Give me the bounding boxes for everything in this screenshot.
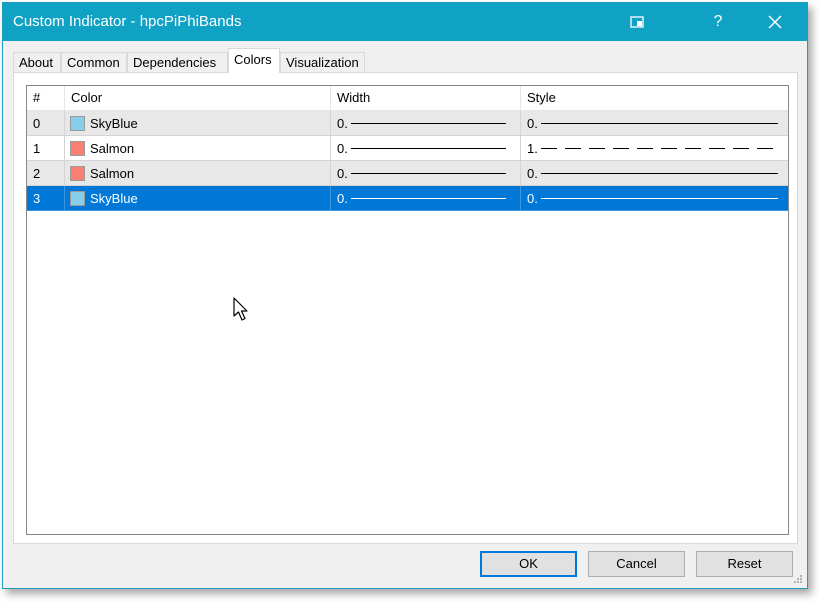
tab-label: Colors — [234, 52, 272, 67]
color-cell[interactable]: SkyBlue — [65, 186, 331, 211]
color-swatch — [70, 166, 85, 181]
style-cell[interactable]: 1. — [521, 136, 788, 161]
color-cell[interactable]: Salmon — [65, 161, 331, 186]
tab-visualization[interactable]: Visualization — [280, 52, 365, 73]
row-index: 3 — [27, 186, 65, 211]
width-value: 0. — [337, 141, 348, 156]
close-button[interactable] — [752, 3, 798, 41]
help-button[interactable]: ? — [695, 3, 741, 41]
color-name: SkyBlue — [90, 116, 138, 131]
color-name: Salmon — [90, 141, 135, 156]
table-row[interactable]: 0 SkyBlue 0. 0. — [27, 111, 788, 136]
style-line-preview — [541, 198, 778, 199]
color-swatch — [70, 141, 85, 156]
style-value: 0. — [527, 166, 538, 181]
style-value: 0. — [527, 116, 538, 131]
width-value: 0. — [337, 191, 348, 206]
tab-dependencies[interactable]: Dependencies — [127, 52, 228, 73]
width-cell[interactable]: 0. — [331, 161, 521, 186]
color-name: SkyBlue — [90, 191, 138, 206]
row-index: 2 — [27, 161, 65, 186]
style-cell[interactable]: 0. — [521, 111, 788, 136]
width-line-preview — [351, 148, 506, 149]
style-line-preview — [541, 173, 778, 174]
tab-colors[interactable]: Colors — [228, 48, 280, 73]
width-cell[interactable]: 0. — [331, 136, 521, 161]
ok-button[interactable]: OK — [480, 551, 577, 577]
color-cell[interactable]: SkyBlue — [65, 111, 331, 136]
tab-label: About — [19, 55, 53, 70]
style-value: 1. — [527, 141, 538, 156]
header-color[interactable]: Color — [65, 86, 331, 110]
width-line-preview — [351, 173, 506, 174]
header-style[interactable]: Style — [521, 86, 788, 110]
width-value: 0. — [337, 166, 348, 181]
header-width[interactable]: Width — [331, 86, 521, 110]
title-bar[interactable]: Custom Indicator - hpcPiPhiBands ? — [3, 3, 807, 41]
tab-label: Dependencies — [133, 55, 217, 70]
style-value: 0. — [527, 191, 538, 206]
width-line-preview — [351, 123, 506, 124]
style-cell[interactable]: 0. — [521, 186, 788, 211]
style-cell[interactable]: 0. — [521, 161, 788, 186]
colors-grid[interactable]: # Color Width Style 0 SkyBlue 0. 0. 1 Sa… — [26, 85, 789, 535]
colors-panel: # Color Width Style 0 SkyBlue 0. 0. 1 Sa… — [13, 72, 798, 544]
cancel-button[interactable]: Cancel — [588, 551, 685, 577]
tab-about[interactable]: About — [13, 52, 61, 73]
reset-button[interactable]: Reset — [696, 551, 793, 577]
row-index: 1 — [27, 136, 65, 161]
tab-common[interactable]: Common — [61, 52, 127, 73]
grid-header: # Color Width Style — [27, 86, 788, 111]
color-swatch — [70, 191, 85, 206]
table-row-selected[interactable]: 3 SkyBlue 0. 0. — [27, 186, 788, 211]
width-value: 0. — [337, 116, 348, 131]
tab-label: Visualization — [286, 55, 359, 70]
restore-button[interactable] — [614, 3, 660, 41]
color-name: Salmon — [90, 166, 135, 181]
width-line-preview — [351, 198, 506, 199]
resize-grip-icon[interactable] — [793, 574, 803, 584]
row-index: 0 — [27, 111, 65, 136]
color-cell[interactable]: Salmon — [65, 136, 331, 161]
restore-icon — [630, 16, 644, 28]
style-line-preview — [541, 148, 778, 149]
window-title: Custom Indicator - hpcPiPhiBands — [13, 13, 242, 30]
width-cell[interactable]: 0. — [331, 186, 521, 211]
table-row[interactable]: 2 Salmon 0. 0. — [27, 161, 788, 186]
tab-label: Common — [67, 55, 120, 70]
dialog-window: Custom Indicator - hpcPiPhiBands ? About… — [2, 2, 808, 589]
header-index[interactable]: # — [27, 86, 65, 110]
mouse-cursor-icon — [233, 297, 248, 321]
color-swatch — [70, 116, 85, 131]
table-row[interactable]: 1 Salmon 0. 1. — [27, 136, 788, 161]
help-icon: ? — [713, 13, 723, 30]
style-line-preview — [541, 123, 778, 124]
close-icon — [768, 15, 782, 29]
width-cell[interactable]: 0. — [331, 111, 521, 136]
